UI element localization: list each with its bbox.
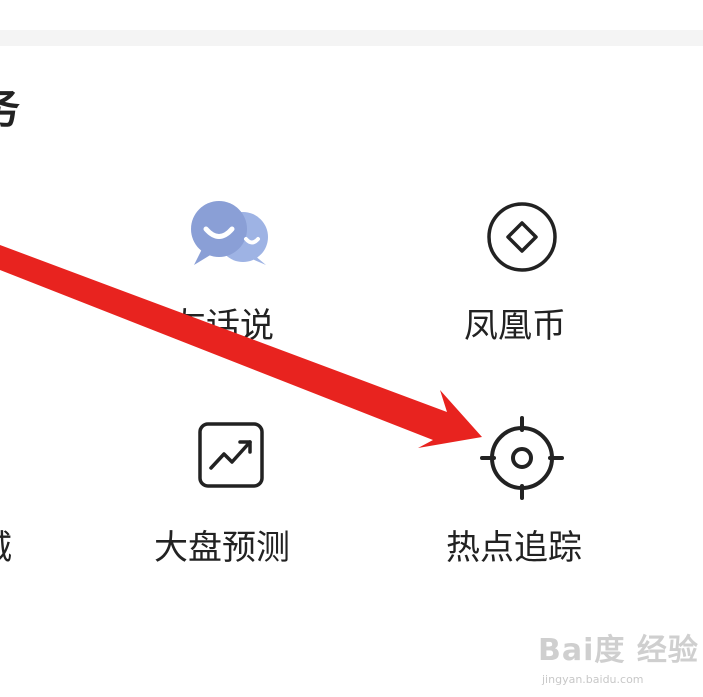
watermark-text: Bai度 经验: [538, 633, 699, 668]
grid-item-hot-tracking[interactable]: 热点追踪: [442, 410, 607, 570]
grid-item-market-forecast[interactable]: 大盘预测: [150, 410, 315, 570]
grid-item-label: 城: [0, 531, 12, 565]
grid-item-phoenix-coin[interactable]: 凤凰币: [450, 195, 595, 355]
grid-item-label: 热点追踪: [446, 528, 582, 568]
chat-bubbles-icon: [188, 199, 272, 269]
trend-chart-icon: [196, 420, 266, 490]
grid-item-label: 大盘预测: [154, 528, 290, 568]
diamond-coin-icon: [484, 199, 560, 275]
grid-item-label: 友话说: [172, 306, 274, 346]
grid-item-friend-talk[interactable]: 友话说: [160, 195, 300, 355]
section-divider: [0, 30, 703, 46]
target-crosshair-icon: [480, 416, 564, 500]
baidu-jingyan-watermark: Bai度 经验 jingyan.baidu.com: [538, 624, 698, 690]
top-area: [0, 0, 703, 30]
grid-item-city[interactable]: 城: [0, 410, 38, 570]
grid-item-label: 凤凰币: [464, 306, 566, 346]
watermark-url: jingyan.baidu.com: [542, 673, 644, 686]
section-title: 务: [0, 88, 20, 130]
annotation-arrow: [0, 245, 482, 448]
